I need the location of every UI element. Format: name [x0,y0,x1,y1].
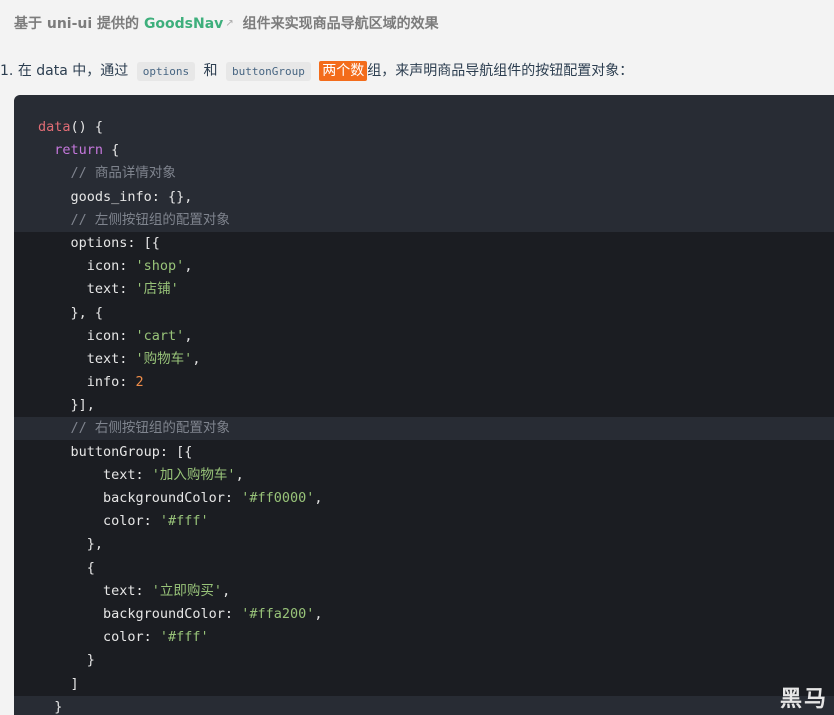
code-line: color: '#fff' [38,629,209,646]
code-line: goods_info: {}, [38,188,193,205]
external-link-icon: ↗ [225,18,234,29]
step-1: 1. 在 data 中，通过 options 和 buttonGroup 两个数… [0,60,634,81]
heading-prefix: 基于 uni-ui 提供的 [14,16,140,32]
code-line: text: '购物车', [38,350,201,367]
code-line: text: '立即购买', [38,582,231,599]
selection-highlight: 两个数 [319,61,368,81]
code-line: }, [38,536,104,553]
goodsnav-link[interactable]: GoodsNav [144,16,223,32]
code-line: // 商品详情对象 [70,165,176,182]
code-line: icon: 'cart', [38,327,193,344]
code-line: }], [38,397,95,414]
code-block: data() { return { // 商品详情对象 goods_info: … [14,95,834,715]
code-line: data() { [38,119,104,135]
step-text-b: 和 [203,63,218,79]
inline-code-buttongroup: buttonGroup [225,62,311,81]
step-text-c: 组，来声明商品导航组件的按钮配置对象： [367,63,634,79]
step-number: 1. [0,63,14,79]
code-line: options: [{ [38,234,160,251]
code-line: text: '加入购物车', [38,466,244,483]
code-line: // 左侧按钮组的配置对象 [70,211,230,228]
step-text-a: 在 data 中，通过 [17,63,129,79]
watermark: 黑马 [779,687,828,712]
section-heading: 基于 uni-ui 提供的 GoodsNav ↗ 组件来实现商品导航区域的效果 [14,13,439,33]
inline-code-options: options [136,62,196,81]
code-line: { [38,559,95,576]
code-line: return { [54,142,120,159]
code-line: info: 2 [38,374,144,391]
heading-suffix: 组件来实现商品导航区域的效果 [242,16,439,32]
code-line: // 右侧按钮组的配置对象 [70,420,230,437]
code-line: backgroundColor: '#ff0000', [38,490,323,506]
code-line: buttonGroup: [{ [38,443,193,460]
code-line: } [38,698,63,715]
code-content: data() { return { // 商品详情对象 goods_info: … [38,116,323,715]
code-line: ] [38,675,79,692]
code-line: text: '店铺' [38,281,179,298]
code-line: } [38,652,95,669]
code-line: }, { [38,304,104,321]
code-line: icon: 'shop', [38,258,193,275]
code-line: color: '#fff' [38,513,209,530]
code-line: backgroundColor: '#ffa200', [38,605,323,622]
